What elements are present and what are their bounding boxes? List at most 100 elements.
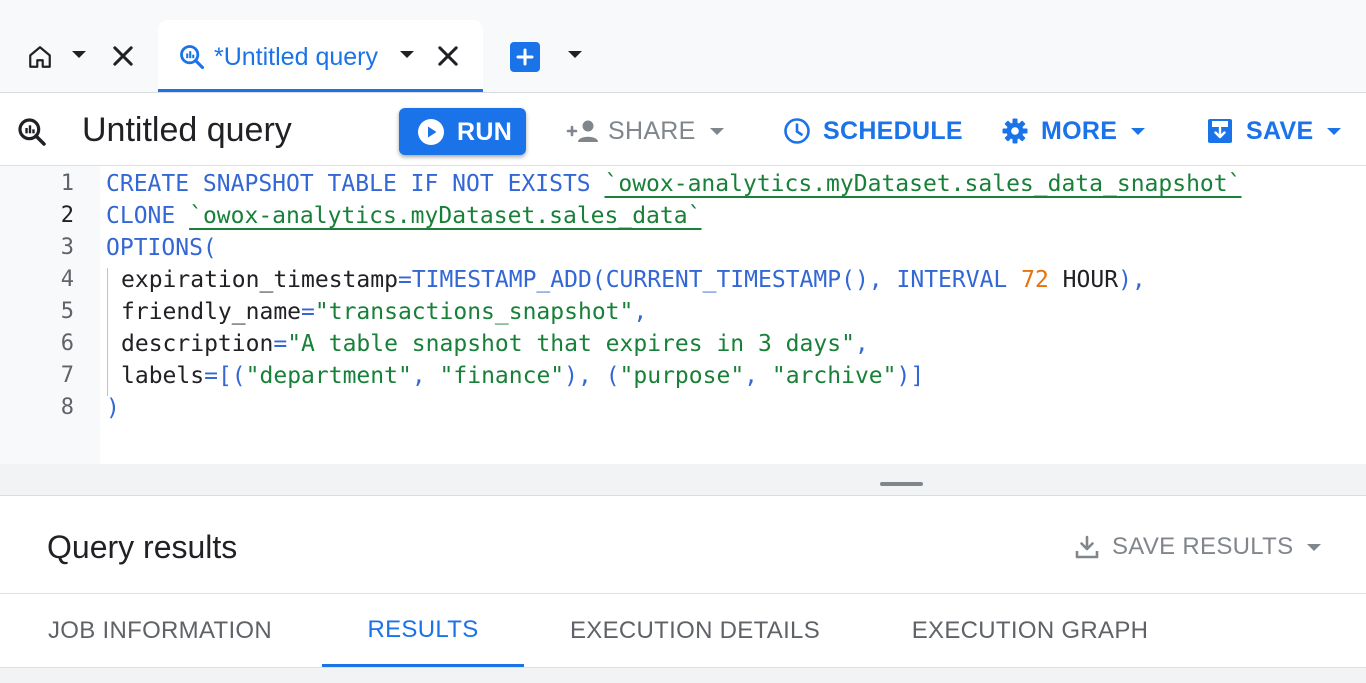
query-toolbar: Untitled query RUN SHARE SCHEDULE MORE S…	[0, 93, 1366, 166]
punctuation: [(	[217, 363, 246, 389]
option-key: labels	[121, 363, 205, 389]
operator: =	[204, 363, 218, 389]
save-results-label: SAVE RESULTS	[1112, 533, 1294, 560]
option-key: expiration_timestamp	[121, 267, 398, 293]
results-header: Query results SAVE RESULTS	[0, 497, 1366, 594]
punctuation: ,	[854, 331, 869, 357]
option-key: friendly_name	[121, 299, 302, 325]
sql-keyword: INTERVAL	[896, 267, 1022, 293]
query-icon	[18, 118, 46, 146]
run-button-label: RUN	[457, 118, 513, 146]
line-number-gutter: 1 2 3 4 5 6 7 8	[0, 166, 100, 464]
share-button[interactable]: SHARE	[566, 111, 724, 151]
drag-handle[interactable]	[880, 482, 923, 486]
sql-keyword: OPTIONS(	[106, 235, 217, 261]
code-line-7: labels=[("department", "finance"), ("pur…	[121, 360, 924, 392]
sql-keyword: )	[106, 395, 120, 421]
query-icon	[180, 45, 205, 70]
sql-editor[interactable]: 1 2 3 4 5 6 7 8 CREATE SNAPSHOT TABLE IF…	[0, 166, 1366, 464]
punctuation: ,	[411, 363, 440, 389]
page-title: Untitled query	[82, 111, 292, 149]
operator: =	[273, 331, 288, 357]
home-icon[interactable]	[27, 44, 53, 70]
table-identifier: `owox-analytics.myDataset.sales_data_sna…	[604, 171, 1242, 197]
string-literal: "department"	[245, 363, 412, 389]
punctuation: ,	[633, 299, 648, 325]
save-results-button[interactable]: SAVE RESULTS	[1074, 529, 1322, 565]
code-line-2: CLONE `owox-analytics.myDataset.sales_da…	[106, 200, 701, 232]
punctuation: ()	[841, 267, 869, 293]
option-key: description	[121, 331, 274, 357]
new-tab-button[interactable]	[510, 42, 540, 72]
results-tabs: JOB INFORMATION RESULTS EXECUTION DETAIL…	[0, 595, 1366, 667]
save-icon	[1208, 119, 1232, 143]
clock-icon	[784, 118, 810, 144]
more-button-label: MORE	[1041, 117, 1118, 145]
plus-icon	[516, 48, 534, 66]
line-number: 3	[60, 235, 74, 260]
tab-strip: *Untitled query	[0, 0, 1366, 93]
save-button[interactable]: SAVE	[1206, 111, 1342, 151]
tab-untitled-query[interactable]: *Untitled query	[158, 20, 483, 92]
line-number-active: 2	[60, 203, 74, 228]
sql-keyword: CREATE SNAPSHOT TABLE IF NOT EXISTS	[106, 171, 605, 197]
punctuation: ,	[744, 363, 772, 389]
run-button[interactable]: RUN	[399, 108, 526, 155]
operator: =	[397, 267, 412, 293]
code-line-5: friendly_name="transactions_snapshot",	[121, 296, 647, 328]
sql-keyword: CLONE	[106, 203, 190, 229]
close-home-tab-icon[interactable]	[109, 42, 137, 70]
share-dropdown-icon	[709, 127, 724, 135]
code-line-4: expiration_timestamp=TIMESTAMP_ADD(CURRE…	[121, 264, 1146, 296]
line-number: 8	[60, 395, 74, 420]
home-tab[interactable]	[0, 20, 156, 92]
save-results-dropdown-icon	[1307, 543, 1322, 551]
punctuation: ,	[868, 267, 897, 293]
download-icon	[1075, 535, 1099, 559]
function-name: TIMESTAMP_ADD(	[411, 267, 606, 293]
string-literal: "transactions_snapshot"	[314, 299, 634, 325]
close-query-tab-icon[interactable]	[434, 42, 462, 70]
schedule-button[interactable]: SCHEDULE	[783, 111, 963, 151]
punctuation: ),	[1118, 267, 1146, 293]
home-tab-dropdown-icon[interactable]	[72, 51, 86, 58]
code-line-1: CREATE SNAPSHOT TABLE IF NOT EXISTS `owo…	[106, 168, 1241, 200]
play-icon	[418, 119, 444, 145]
more-button[interactable]: MORE	[1001, 111, 1146, 151]
line-number: 7	[60, 363, 74, 388]
indent-guide	[107, 268, 108, 396]
operator: =	[301, 299, 315, 325]
tab-results[interactable]: RESULTS	[322, 595, 524, 667]
code-line-3: OPTIONS(	[106, 232, 217, 264]
interval-unit: HOUR	[1048, 267, 1119, 293]
share-button-label: SHARE	[608, 117, 696, 145]
results-body	[0, 667, 1366, 683]
string-literal: "finance"	[439, 363, 565, 389]
save-button-label: SAVE	[1246, 117, 1314, 145]
line-number: 6	[60, 331, 74, 356]
number-literal: 72	[1021, 267, 1049, 293]
code-line-8: )	[106, 392, 120, 424]
panel-splitter[interactable]	[0, 464, 1366, 496]
string-literal: "A table snapshot that expires in 3 days…	[287, 331, 855, 357]
more-dropdown-icon	[1131, 127, 1146, 135]
code-line-6: description="A table snapshot that expir…	[121, 328, 869, 360]
schedule-button-label: SCHEDULE	[823, 117, 963, 145]
punctuation: ), (	[564, 363, 620, 389]
string-literal: "archive"	[771, 363, 897, 389]
string-literal: "purpose"	[619, 363, 745, 389]
query-tab-dropdown-icon[interactable]	[400, 51, 414, 58]
tab-job-information[interactable]: JOB INFORMATION	[46, 595, 274, 667]
tab-execution-details[interactable]: EXECUTION DETAILS	[570, 595, 820, 667]
tab-execution-graph[interactable]: EXECUTION GRAPH	[912, 595, 1148, 667]
query-tab-title: *Untitled query	[214, 43, 378, 71]
table-identifier: `owox-analytics.myDataset.sales_data`	[189, 203, 702, 229]
code-area[interactable]: CREATE SNAPSHOT TABLE IF NOT EXISTS `owo…	[106, 166, 1366, 464]
function-name: CURRENT_TIMESTAMP	[605, 267, 842, 293]
person-add-icon	[566, 120, 598, 142]
line-number: 1	[60, 171, 74, 196]
gear-icon	[1002, 118, 1028, 144]
results-title: Query results	[47, 529, 238, 565]
new-tab-dropdown-icon[interactable]	[568, 51, 582, 58]
line-number: 4	[60, 267, 74, 292]
